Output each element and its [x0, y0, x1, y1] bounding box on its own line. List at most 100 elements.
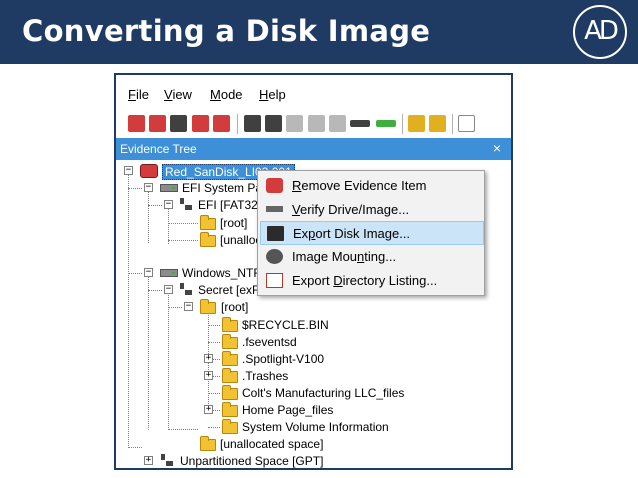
- tree-node-trashes[interactable]: + .Trashes: [202, 368, 462, 384]
- document-icon[interactable]: [458, 115, 475, 132]
- evidence-tree-titlebar: Evidence Tree ×: [116, 138, 511, 160]
- tree-node-recycle-bin[interactable]: $RECYCLE.BIN: [220, 317, 460, 333]
- toolbar: [116, 111, 511, 137]
- menu-file[interactable]: File: [128, 87, 149, 102]
- tree-node-label[interactable]: .Spotlight-V100: [242, 352, 324, 366]
- key-icon[interactable]: [429, 115, 446, 132]
- add-evidence-icon[interactable]: [128, 115, 145, 132]
- create-image-icon[interactable]: [244, 115, 261, 132]
- collapse-icon[interactable]: −: [124, 166, 133, 175]
- tree-node-colts-files[interactable]: Colt's Manufacturing LLC_files: [220, 385, 490, 401]
- tree-connector: [208, 393, 220, 394]
- printer-icon: [308, 115, 325, 132]
- toolbar-separator: [402, 114, 403, 134]
- menu-bar: File View Mode Help: [116, 75, 511, 109]
- tree-connector: [208, 427, 220, 428]
- partition-icon: [179, 283, 193, 297]
- tree-connector: [128, 447, 142, 448]
- evidence-icon: [140, 164, 158, 178]
- folder-icon: [200, 232, 216, 247]
- toolbar-separator: [237, 114, 238, 134]
- folder-icon: [222, 368, 238, 383]
- tree-node-system-volume-information[interactable]: System Volume Information: [220, 419, 490, 435]
- partition-icon: [160, 454, 174, 468]
- tree-node-unpartitioned-space[interactable]: + Unpartitioned Space [GPT]: [142, 453, 442, 468]
- folder-icon: [200, 215, 216, 230]
- collapse-icon[interactable]: −: [184, 302, 193, 311]
- menu-item-export-directory-listing[interactable]: Export Directory Listing...: [260, 269, 484, 293]
- tree-connector: [148, 205, 162, 206]
- export-image-icon[interactable]: [265, 115, 282, 132]
- tree-node-label[interactable]: Colt's Manufacturing LLC_files: [242, 386, 404, 400]
- tree-node-label[interactable]: Unpartitioned Space [GPT]: [180, 454, 323, 468]
- directory-listing-icon: [266, 273, 283, 288]
- tree-node-label[interactable]: System Volume Information: [242, 420, 389, 434]
- tree-node-home-page-files[interactable]: + Home Page_files: [202, 402, 462, 418]
- image-mounting-icon: [266, 249, 283, 264]
- folder-icon: [222, 385, 238, 400]
- tree-connector: [128, 172, 129, 448]
- expand-icon[interactable]: +: [204, 354, 213, 363]
- collapse-icon[interactable]: −: [164, 200, 173, 209]
- tree-connector: [168, 429, 198, 430]
- expand-icon[interactable]: +: [144, 456, 153, 465]
- tree-node-label[interactable]: Home Page_files: [242, 403, 333, 417]
- remove-evidence-icon: [266, 178, 283, 193]
- collapse-icon[interactable]: −: [144, 268, 153, 277]
- floppy-disk-icon: [267, 226, 284, 241]
- tree-node-label[interactable]: Secret [exF: [198, 283, 259, 297]
- tree-node-label[interactable]: [root]: [220, 216, 247, 230]
- slide-header: Converting a Disk Image AD: [0, 0, 638, 64]
- brand-logo: AD: [573, 5, 627, 59]
- collapse-icon[interactable]: −: [164, 285, 173, 294]
- disabled-image-icon: [286, 115, 303, 132]
- drive-icon[interactable]: [350, 120, 370, 127]
- tree-connector: [148, 290, 162, 291]
- tree-node-label[interactable]: [root]: [221, 300, 248, 314]
- menu-item-label: Verify Drive/Image...: [292, 202, 410, 217]
- menu-view[interactable]: View: [164, 87, 192, 102]
- tree-connector: [168, 223, 198, 224]
- menu-item-remove-evidence[interactable]: Remove Evidence Item: [260, 174, 484, 198]
- add-all-images-icon[interactable]: [149, 115, 166, 132]
- menu-mode[interactable]: Mode: [210, 87, 243, 102]
- remove-evidence-icon[interactable]: [192, 115, 209, 132]
- drive-icon: [160, 184, 178, 192]
- menu-item-verify-drive[interactable]: Verify Drive/Image...: [260, 198, 484, 222]
- tree-node-label[interactable]: $RECYCLE.BIN: [242, 318, 329, 332]
- folder-icon: [222, 334, 238, 349]
- image-mounting-icon[interactable]: [170, 115, 187, 132]
- close-icon[interactable]: ×: [493, 140, 501, 156]
- tree-connector: [208, 325, 220, 326]
- folder-icon: [200, 436, 216, 451]
- tree-connector: [208, 342, 220, 343]
- tree-node-label[interactable]: .fseventsd: [242, 335, 297, 349]
- tree-node-spotlight[interactable]: + .Spotlight-V100: [202, 351, 462, 367]
- menu-item-export-disk-image[interactable]: Export Disk Image...: [260, 221, 484, 245]
- tree-node-label[interactable]: Windows_NTF: [182, 266, 261, 280]
- obtain-protected-files-icon[interactable]: [408, 115, 425, 132]
- tree-node-label[interactable]: EFI [FAT32: [198, 198, 258, 212]
- tree-node-label[interactable]: [unallocated space]: [220, 437, 323, 451]
- menu-item-image-mounting[interactable]: Image Mounting...: [260, 245, 484, 269]
- collapse-icon[interactable]: −: [144, 183, 153, 192]
- folder-icon: [222, 402, 238, 417]
- evidence-tree-title: Evidence Tree: [120, 142, 197, 156]
- tree-connector: [168, 290, 169, 430]
- tree-node-fseventsd[interactable]: .fseventsd: [220, 334, 460, 350]
- status-bar-icon[interactable]: [376, 120, 396, 127]
- expand-icon[interactable]: +: [204, 371, 213, 380]
- tree-connector: [168, 307, 182, 308]
- tree-node-root-folder-secret[interactable]: − [root]: [182, 299, 402, 315]
- tree-node-label[interactable]: .Trashes: [242, 369, 288, 383]
- tree-node-label[interactable]: [unalloc: [220, 233, 261, 247]
- expand-icon[interactable]: +: [204, 405, 213, 414]
- slide-title: Converting a Disk Image: [22, 14, 431, 48]
- menu-help[interactable]: Help: [259, 87, 286, 102]
- folder-icon: [222, 351, 238, 366]
- tree-connector: [128, 273, 142, 274]
- logo-text: AD: [584, 16, 619, 46]
- remove-all-icon[interactable]: [213, 115, 230, 132]
- tree-node-unallocated-space[interactable]: [unallocated space]: [198, 436, 458, 452]
- tree-connector: [148, 274, 149, 430]
